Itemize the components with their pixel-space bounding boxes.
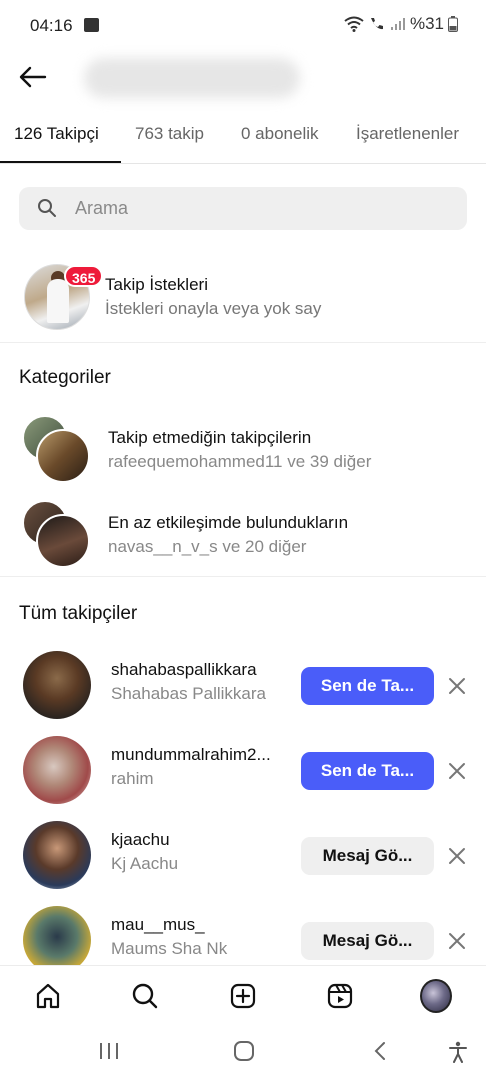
avatar: [23, 736, 91, 804]
category-subtitle: rafeequemohammed11 ve 39 diğer: [108, 452, 372, 471]
tab-bar: 126 Takipçi 763 takip 0 abonelik İşaretl…: [0, 112, 486, 164]
wifi-call-icon: [370, 18, 383, 30]
avatar: [36, 429, 90, 483]
create-icon: [230, 983, 256, 1009]
message-button[interactable]: Mesaj Gö...: [301, 837, 434, 875]
search-icon: [132, 983, 158, 1009]
category-title: En az etkileşimde bulundukların: [108, 513, 349, 532]
recents-icon[interactable]: [98, 1041, 120, 1061]
accessibility-icon[interactable]: [447, 1041, 469, 1063]
status-indicators: %31: [344, 14, 458, 34]
follower-row[interactable]: mundummalrahim2... rahim Sen de Ta...: [0, 728, 486, 810]
nav-profile[interactable]: [420, 979, 452, 1013]
categories-heading: Kategoriler: [19, 367, 111, 388]
search-bar: [19, 187, 467, 230]
follow-requests-title: Takip İstekleri: [105, 275, 208, 294]
avatar-stack: [22, 415, 92, 485]
tab-followers[interactable]: 126 Takipçi: [14, 124, 99, 144]
category-subtitle: navas__n_v_s ve 20 diğer: [108, 537, 307, 556]
remove-icon[interactable]: [446, 675, 468, 697]
follower-username: mundummalrahim2...: [111, 745, 271, 764]
system-navigation: [0, 1025, 486, 1080]
message-button[interactable]: Mesaj Gö...: [301, 922, 434, 960]
nav-create[interactable]: [227, 980, 259, 1012]
follow-back-button[interactable]: Sen de Ta...: [301, 667, 434, 705]
remove-icon[interactable]: [446, 845, 468, 867]
status-time: 04:16: [30, 16, 73, 35]
follower-row[interactable]: kjaachu Kj Aachu Mesaj Gö...: [0, 813, 486, 895]
follower-full-name: Kj Aachu: [111, 854, 179, 873]
remove-icon[interactable]: [446, 930, 468, 952]
nav-reels[interactable]: [324, 980, 356, 1012]
tab-flagged[interactable]: İşaretlenenler: [356, 124, 459, 144]
blurred-profile-name: [84, 58, 300, 98]
wifi-icon: [344, 16, 364, 32]
avatar-stack: [22, 500, 92, 570]
battery-percentage: %31: [409, 14, 444, 33]
profile-avatar: [420, 979, 452, 1013]
status-bar: 04:16 %31: [0, 0, 486, 52]
divider: [0, 342, 486, 343]
follower-username: shahabaspallikkara: [111, 660, 257, 679]
avatar: [23, 906, 91, 974]
divider: [0, 576, 486, 577]
reels-icon: [327, 983, 353, 1009]
follower-username: mau__mus_: [111, 915, 205, 934]
signal-icon: [390, 18, 405, 30]
follow-back-button[interactable]: Sen de Ta...: [301, 752, 434, 790]
search-icon: [38, 199, 56, 217]
header: [0, 52, 486, 102]
tab-subscriptions[interactable]: 0 abonelik: [241, 124, 319, 144]
nav-search[interactable]: [129, 980, 161, 1012]
follow-requests-subtitle: İstekleri onayla veya yok say: [105, 299, 322, 318]
follower-full-name: Shahabas Pallikkara: [111, 684, 266, 703]
tab-following[interactable]: 763 takip: [135, 124, 204, 144]
all-followers-heading: Tüm takipçiler: [19, 603, 138, 624]
follower-username: kjaachu: [111, 830, 170, 849]
home-icon: [36, 983, 60, 1009]
back-arrow-icon: [19, 66, 47, 88]
back-button[interactable]: [16, 60, 50, 94]
battery-icon: [448, 16, 458, 32]
follower-full-name: Maums Sha Nk: [111, 939, 228, 958]
follower-full-name: rahim: [111, 769, 154, 788]
back-chevron-icon[interactable]: [370, 1041, 392, 1061]
follower-row[interactable]: shahabaspallikkara Shahabas Pallikkara S…: [0, 643, 486, 725]
request-count-badge: 365: [64, 265, 104, 287]
nav-home[interactable]: [32, 980, 64, 1012]
category-not-followed-back[interactable]: Takip etmediğin takipçilerin rafeequemoh…: [0, 410, 486, 488]
category-least-interacted[interactable]: En az etkileşimde bulundukların navas__n…: [0, 495, 486, 573]
search-input[interactable]: [75, 187, 445, 230]
category-title: Takip etmediğin takipçilerin: [108, 428, 312, 447]
remove-icon[interactable]: [446, 760, 468, 782]
gallery-notification-icon: [84, 18, 99, 32]
home-circle-icon[interactable]: [233, 1041, 255, 1061]
avatar: [23, 651, 91, 719]
avatar: [23, 821, 91, 889]
avatar: [36, 514, 90, 568]
active-tab-indicator: [0, 161, 121, 163]
bottom-navigation: [0, 965, 486, 1025]
